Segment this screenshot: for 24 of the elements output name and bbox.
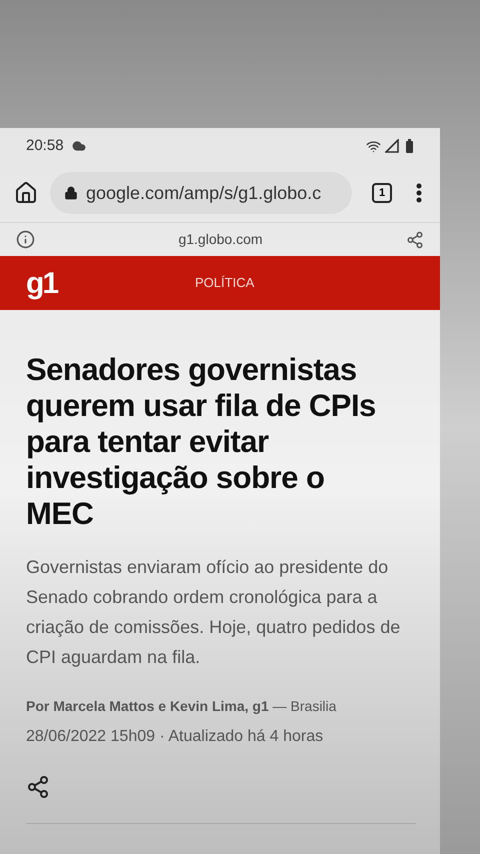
site-domain: g1.globo.com [177, 230, 264, 249]
lock-icon [64, 186, 78, 200]
article-summary: Governistas enviaram ofício ao presidente do Senado cobrando ordem cronológica para a criação de comissões. Hoje, quatro pedidos de CPI aguardam na fila. [26, 556, 402, 669]
battery-icon [405, 138, 414, 154]
home-button[interactable] [14, 181, 38, 205]
signal-icon [385, 139, 399, 153]
article-byline: Por Marcela Mattos e Kevin Lima, g1 — Brasilia [26, 697, 338, 716]
share-button[interactable] [26, 775, 50, 799]
share-icon [26, 775, 50, 799]
tab-count-button[interactable]: 1 [372, 183, 392, 203]
wifi-icon [366, 138, 381, 154]
article-headline: Senadores governistas querem usar fila de CPIs para tentar evitar investigação sobre o MEC [26, 352, 377, 532]
article-date: 28/06/2022 15h09 · Atualizado há 4 horas [26, 727, 324, 747]
url-text: google.com/amp/s/g1.globo.c [86, 182, 322, 205]
share-icon[interactable] [406, 230, 424, 248]
cloud-icon [72, 139, 86, 153]
menu-button[interactable] [416, 183, 422, 203]
home-icon [14, 181, 38, 205]
more-icon [416, 183, 422, 203]
status-time: 20:58 [26, 136, 64, 156]
section-label[interactable]: POLÍTICA [195, 273, 254, 293]
address-bar[interactable]: google.com/amp/s/g1.globo.c [50, 172, 352, 214]
info-icon[interactable] [16, 230, 35, 249]
site-logo[interactable]: g1 [26, 260, 58, 306]
